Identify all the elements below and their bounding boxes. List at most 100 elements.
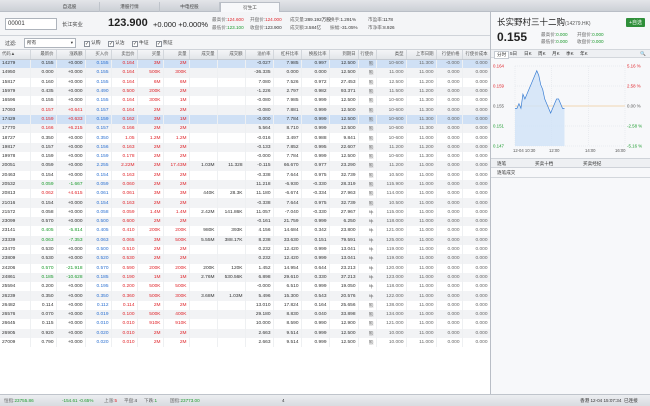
column-header[interactable]: 卖出价: [111, 50, 138, 60]
table-row[interactable]: 17429 0.159 +0.633 0.159 0.162 3M 1M -0.000 7.78…: [0, 114, 490, 125]
table-cell: 2M: [137, 328, 164, 338]
warrant-quote-field: 最高价:0.000: [541, 32, 568, 37]
table-cell: 0.000: [436, 263, 463, 273]
table-row[interactable]: 24206 0.570 -21.918 0.570 0.590 200K 200K 200K 1…: [0, 263, 490, 273]
status-item: 香港 12-04 15:07:34: [580, 398, 622, 403]
quote-field: 市盈率:1178: [368, 17, 393, 22]
table-cell: 12.500: [329, 59, 359, 69]
cell-code: 26239: [0, 291, 31, 301]
table-cell: 0.000: [462, 272, 490, 283]
checkmark-icon: ✓: [156, 41, 162, 47]
table-cell: 0.155: [85, 59, 112, 69]
table-row[interactable]: 26645 0.115 +0.000 0.010 0.010 910K 910K 10.000…: [0, 319, 490, 329]
column-header[interactable]: 涨跌额: [56, 50, 86, 60]
column-header[interactable]: 行使价: [358, 50, 377, 60]
column-header[interactable]: 成交量: [189, 50, 218, 60]
table-row[interactable]: 26576 0.070 +0.000 0.019 0.100 500K 400K 29.180…: [0, 310, 490, 320]
table-row[interactable]: 18727 0.350 +0.000 0.350 1.05 1.2M 1.2M -0.016 3…: [0, 133, 490, 143]
trade-tab[interactable]: 逐笔: [497, 161, 506, 167]
chart-tab[interactable]: 月K: [550, 51, 562, 57]
column-header[interactable]: 到期日: [329, 50, 359, 60]
column-header[interactable]: 买入价: [85, 50, 112, 60]
column-header[interactable]: 卖量: [163, 50, 190, 60]
column-header[interactable]: 最新价: [30, 50, 57, 60]
chart-tab[interactable]: 日K: [522, 51, 534, 57]
table-row[interactable]: 20463 0.154 +0.000 0.154 0.163 2M 2M -0.338 7.64…: [0, 170, 490, 180]
table-cell: 0.000: [436, 217, 463, 227]
column-header[interactable]: 换股比率: [301, 50, 330, 60]
table-row[interactable]: 25594 0.200 +0.000 0.195 0.200 500K 500K -0.000…: [0, 282, 490, 292]
table-row[interactable]: 26239 0.350 +0.000 0.350 0.360 500K 300K 3.68M 1…: [0, 291, 490, 301]
tab-clp[interactable]: 中电控股: [160, 2, 220, 12]
tab-hk-market[interactable]: 港股行情: [100, 2, 160, 12]
table-row[interactable]: 19978 0.159 +0.000 0.159 0.178 2M 2M -0.000 7.78…: [0, 151, 490, 162]
column-header[interactable]: 类型: [376, 50, 407, 60]
table-cell: 400K: [163, 310, 190, 320]
table-row[interactable]: 27009 0.790 +0.000 0.020 0.010 2M 2M 2.663 9.514…: [0, 337, 490, 348]
table-cell: +0.000: [56, 207, 86, 218]
table-cell: 熊: [358, 151, 377, 162]
table-cell: 0.059: [30, 161, 57, 171]
column-header[interactable]: 成交额: [217, 50, 246, 60]
filter-select[interactable]: 所有 ▾: [24, 38, 76, 48]
filter-call-checkbox[interactable]: ✓ 认购: [84, 39, 101, 47]
column-header[interactable]: 行使价成本: [462, 50, 490, 60]
filter-put-checkbox[interactable]: ✓ 认沽: [108, 39, 125, 47]
table-row[interactable]: 23099 0.570 +0.000 0.500 0.600 2M 2M -0.161 21.7…: [0, 217, 490, 227]
table-row[interactable]: 20532 0.059 -1.667 0.059 0.060 2M 2M 11.218 -6.9…: [0, 179, 490, 190]
column-header[interactable]: 代码▲: [0, 50, 31, 60]
tab-watchlist[interactable]: 自选股: [40, 2, 100, 12]
table-row[interactable]: 17093 0.157 +0.641 0.157 0.164 2M 2M -0.080 7.88…: [0, 105, 490, 115]
table-row[interactable]: 26482 0.114 +0.000 0.112 0.114 2M 2M 13.010 17.8…: [0, 300, 490, 311]
tab-derivatives[interactable]: 衍生工: [220, 2, 280, 12]
table-row[interactable]: 15979 0.435 +0.000 0.490 0.500 200K 2M -1.226 2.…: [0, 86, 490, 97]
table-cell: 5.496: [245, 291, 274, 301]
table-row[interactable]: 14950 0.000 +0.000 0.155 0.164 500K 300K -36.33…: [0, 68, 490, 78]
table-cell: 0.975: [301, 170, 330, 180]
cell-code: 23141: [0, 226, 31, 236]
filter-bear-checkbox[interactable]: ✓ 熊证: [156, 39, 173, 47]
column-header[interactable]: 杠杆比率: [273, 50, 302, 60]
chart-tab[interactable]: 周K: [536, 51, 548, 57]
table-cell: 5.564: [245, 124, 274, 134]
quote-field: 市净率:8.926: [368, 25, 395, 30]
table-row[interactable]: 23809 0.530 +0.000 0.520 0.530 2M 2M 0.232 12.42…: [0, 254, 490, 264]
table-row[interactable]: 20813 0.062 +4.615 0.061 0.061 3M 3M 440K 28.3K 1…: [0, 189, 490, 199]
table-row[interactable]: 21572 0.058 +0.000 0.058 0.059 1.4M 1.4M 2.42M 1…: [0, 207, 490, 218]
table-row[interactable]: 16596 0.155 +0.000 0.155 0.164 300K 1M -0.080 7.…: [0, 96, 490, 106]
table-row[interactable]: 23339 0.063 -7.353 0.063 0.065 3M 500K 5.55M 388…: [0, 235, 490, 245]
table-row[interactable]: 19817 0.157 +0.000 0.156 0.163 2M 2M -0.133 7.85…: [0, 142, 490, 152]
column-header[interactable]: 溢价率: [245, 50, 274, 60]
add-watchlist-button[interactable]: +自选: [626, 18, 645, 27]
table-cell: 牛: [358, 254, 377, 264]
table-cell: 11.000: [376, 68, 407, 78]
trade-tab[interactable]: 买卖十档: [535, 161, 553, 167]
table-row[interactable]: 23141 0.405 -5.814 0.405 0.410 200K 200K 980K 39…: [0, 226, 490, 236]
table-cell: 2M: [163, 217, 190, 227]
chart-tab[interactable]: 5日: [508, 51, 519, 57]
table-row[interactable]: 23470 0.530 +0.000 0.500 0.510 2M 2M 0.232 12.42…: [0, 244, 490, 255]
table-row[interactable]: 26905 0.920 +0.000 0.020 0.010 2M 2M 2.663 9.514…: [0, 328, 490, 338]
table-row[interactable]: 14279 0.155 +0.000 0.155 0.164 3M 2M -0.027 7.98…: [0, 59, 490, 69]
table-cell: 300K: [163, 68, 190, 78]
filter-bull-checkbox[interactable]: ✓ 牛证: [132, 39, 149, 47]
chart-tab[interactable]: 季K: [564, 51, 576, 57]
table-row[interactable]: 24861 0.185 -10.628 0.185 0.190 1M 1M 2.76M 530.…: [0, 272, 490, 283]
table-row[interactable]: 17770 0.166 +6.215 0.157 0.166 2M 2M 5.564 8.710…: [0, 124, 490, 134]
table-cell: -0.330: [301, 179, 330, 190]
table-row[interactable]: 15817 0.160 +0.000 0.155 0.164 6M 6M 7.080 7.526…: [0, 77, 490, 87]
search-icon[interactable]: 🔍: [638, 51, 648, 57]
column-header[interactable]: 上市日期: [406, 50, 437, 60]
trade-tab[interactable]: 买卖经纪: [583, 161, 601, 167]
table-cell: +0.000: [56, 161, 86, 171]
table-cell: 0.000: [30, 68, 57, 78]
chart-tab[interactable]: 年K: [578, 51, 590, 57]
table-row[interactable]: 20051 0.059 +0.000 2.255 2.22M 2M 17.43M 1.03M 1…: [0, 161, 490, 171]
table-row[interactable]: 21016 0.154 +0.000 0.154 0.163 2M 2M -0.338 7.64…: [0, 198, 490, 208]
column-header[interactable]: 买量: [137, 50, 164, 60]
column-header[interactable]: 行使价格: [436, 50, 463, 60]
table-cell: 5.55M: [189, 235, 218, 245]
table-cell: 0.999: [301, 244, 330, 255]
stock-code-input[interactable]: 00001: [5, 18, 57, 30]
table-cell: 23.213: [329, 263, 359, 273]
